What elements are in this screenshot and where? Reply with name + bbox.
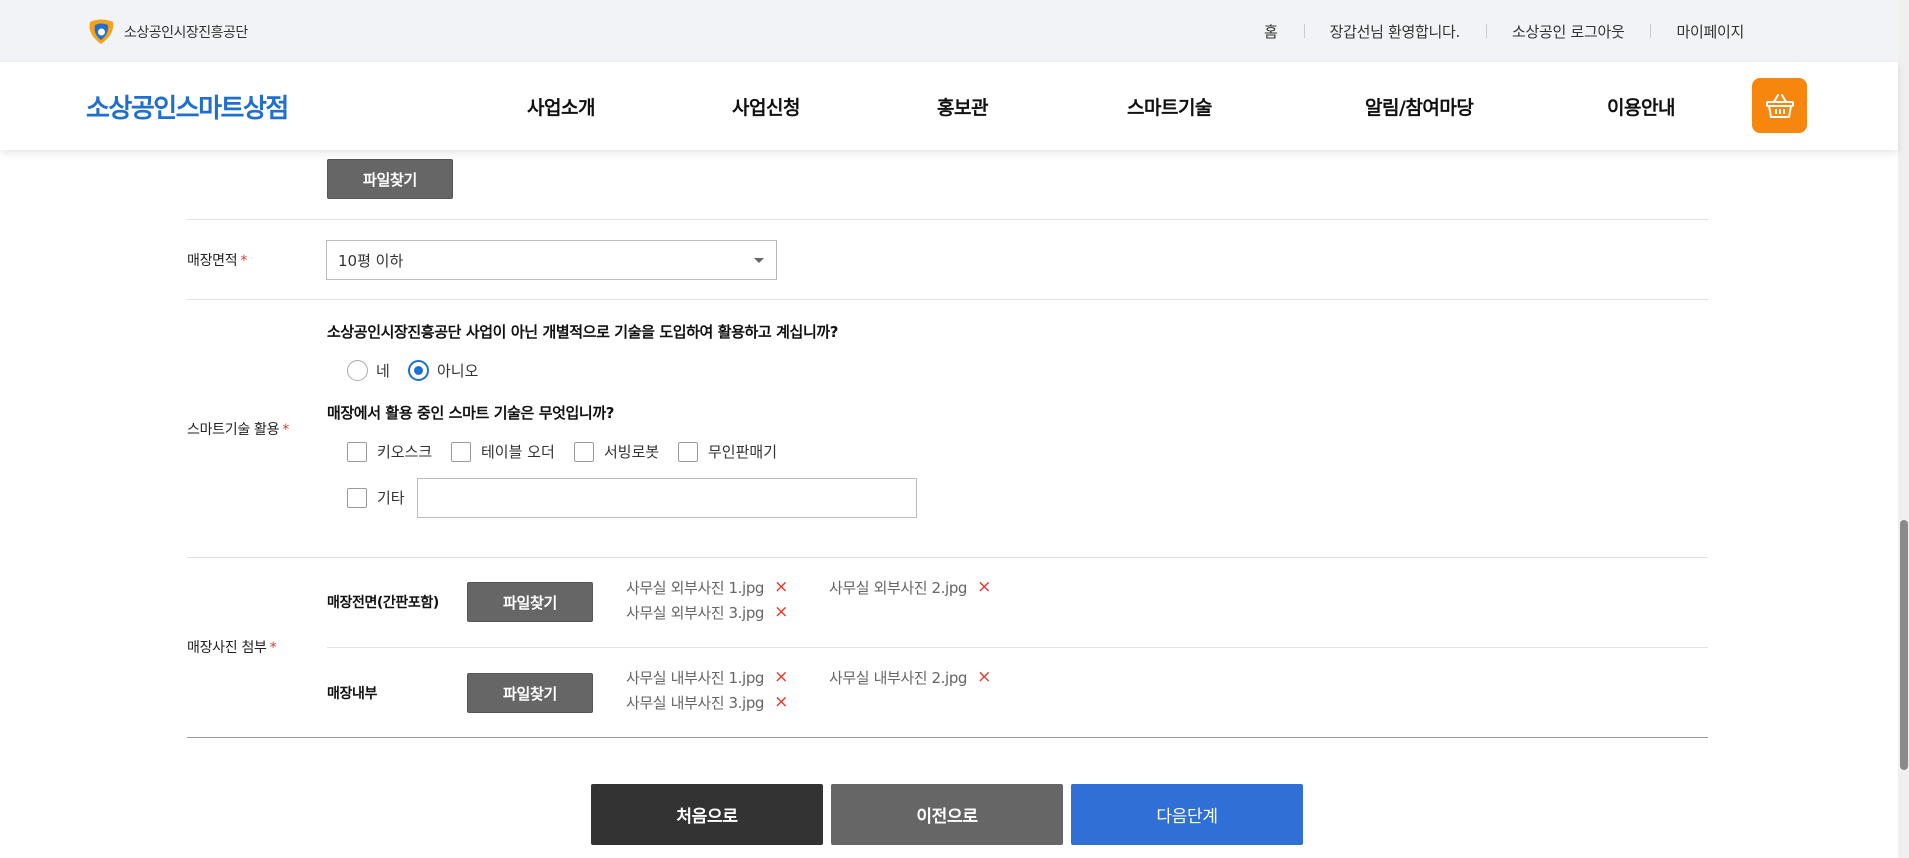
logout-link[interactable]: 소상공인 로그아웃 bbox=[1486, 21, 1650, 42]
nav-promotion[interactable]: 홍보관 bbox=[937, 93, 988, 120]
mypage-link[interactable]: 마이페이지 bbox=[1650, 21, 1770, 42]
file-name: 사무실 외부사진 2.jpg bbox=[829, 579, 968, 597]
store-inside-file-button[interactable]: 파일찾기 bbox=[467, 673, 593, 713]
nav-user-guide[interactable]: 이용안내 bbox=[1607, 93, 1675, 120]
store-inside-label: 매장내부 bbox=[327, 686, 377, 702]
checkbox-box[interactable] bbox=[574, 441, 594, 462]
smart-tech-question: 매장에서 활용 중인 스마트 기술은 무엇입니까? bbox=[327, 404, 615, 422]
divider bbox=[187, 219, 1708, 220]
main-nav: 사업소개 사업신청 홍보관 스마트기술 알림/참여마당 이용안내 bbox=[0, 62, 1700, 150]
file-name: 사무실 내부사진 1.jpg bbox=[626, 669, 765, 687]
checkbox-label: 서빙로봇 bbox=[604, 443, 660, 461]
remove-file-icon[interactable]: × bbox=[774, 694, 788, 711]
cart-button[interactable] bbox=[1752, 78, 1807, 133]
attached-file: 사무실 외부사진 3.jpg × bbox=[626, 602, 788, 623]
store-area-label-text: 매장면적 bbox=[187, 253, 238, 269]
nav-business-intro[interactable]: 사업소개 bbox=[527, 93, 595, 120]
sub-divider bbox=[327, 647, 1708, 648]
checkbox-box[interactable] bbox=[347, 487, 367, 508]
checkbox-label: 키오스크 bbox=[377, 443, 433, 461]
checkbox-box[interactable] bbox=[451, 441, 471, 462]
divider bbox=[187, 557, 1708, 558]
checkbox-label: 테이블 오더 bbox=[481, 443, 555, 461]
nav-notice-participation[interactable]: 알림/참여마당 bbox=[1365, 93, 1474, 120]
remove-file-icon[interactable]: × bbox=[774, 669, 788, 686]
required-mark: * bbox=[282, 422, 289, 438]
store-area-selected: 10평 이하 bbox=[338, 251, 404, 270]
checkbox-etc[interactable]: 기타 bbox=[347, 487, 405, 508]
checkbox-serving-robot[interactable]: 서빙로봇 bbox=[574, 441, 659, 462]
checkbox-vending[interactable]: 무인판매기 bbox=[678, 441, 777, 462]
radio-circle[interactable] bbox=[347, 360, 368, 381]
home-link[interactable]: 홈 bbox=[1238, 21, 1304, 42]
store-front-label: 매장전면(간판포함) bbox=[327, 595, 439, 611]
individual-tech-question: 소상공인시장진흥공단 사업이 아닌 개별적으로 기술을 도입하여 활용하고 계십… bbox=[327, 323, 839, 341]
remove-file-icon[interactable]: × bbox=[774, 604, 788, 621]
attached-file: 사무실 외부사진 1.jpg × bbox=[626, 577, 788, 598]
go-first-button[interactable]: 처음으로 bbox=[591, 784, 823, 845]
file-name: 사무실 내부사진 2.jpg bbox=[829, 669, 968, 687]
checkbox-label: 무인판매기 bbox=[708, 443, 778, 461]
scrollbar-thumb[interactable] bbox=[1900, 520, 1908, 770]
attached-file: 사무실 내부사진 3.jpg × bbox=[626, 692, 788, 713]
etc-text-input[interactable] bbox=[417, 478, 917, 518]
radio-no-label: 아니오 bbox=[437, 362, 479, 380]
remove-file-icon[interactable]: × bbox=[774, 579, 788, 596]
attached-file: 사무실 내부사진 1.jpg × bbox=[626, 667, 788, 688]
nav-business-apply[interactable]: 사업신청 bbox=[732, 93, 800, 120]
required-mark: * bbox=[240, 253, 248, 269]
remove-file-icon[interactable]: × bbox=[977, 669, 991, 686]
basket-icon bbox=[1765, 93, 1794, 118]
go-previous-button[interactable]: 이전으로 bbox=[831, 784, 1063, 845]
attached-file: 사무실 외부사진 2.jpg × bbox=[829, 577, 991, 598]
nav-smart-tech[interactable]: 스마트기술 bbox=[1127, 93, 1212, 120]
store-front-file-button[interactable]: 파일찾기 bbox=[467, 582, 593, 622]
main-header: 소상공인스마트상점 사업소개 사업신청 홍보관 스마트기술 알림/참여마당 이용… bbox=[0, 62, 1898, 150]
remove-file-icon[interactable]: × bbox=[977, 579, 991, 596]
checkbox-box[interactable] bbox=[347, 441, 367, 462]
org-emblem-icon bbox=[87, 19, 116, 45]
org-name: 소상공인시장진흥공단 bbox=[124, 25, 248, 41]
store-area-label: 매장면적 * bbox=[187, 250, 247, 270]
file-find-button[interactable]: 파일찾기 bbox=[327, 159, 453, 199]
file-name: 사무실 내부사진 3.jpg bbox=[626, 694, 765, 712]
file-name: 사무실 외부사진 1.jpg bbox=[626, 579, 765, 597]
caret-down-icon bbox=[754, 258, 764, 263]
radio-yes-label: 네 bbox=[376, 362, 390, 380]
utility-bar: 소상공인시장진흥공단 홈 장갑선님 환영합니다. 소상공인 로그아웃 마이페이지 bbox=[0, 0, 1898, 62]
utility-nav: 홈 장갑선님 환영합니다. 소상공인 로그아웃 마이페이지 bbox=[1238, 0, 1770, 62]
radio-no[interactable]: 아니오 bbox=[408, 360, 478, 381]
smart-tech-label-text: 스마트기술 활용 bbox=[187, 422, 280, 438]
next-step-button[interactable]: 다음단계 bbox=[1071, 784, 1303, 845]
radio-yes[interactable]: 네 bbox=[347, 360, 390, 381]
smart-tech-label: 스마트기술 활용 * bbox=[187, 419, 289, 439]
org-logo[interactable]: 소상공인시장진흥공단 bbox=[87, 19, 248, 45]
store-photos-label-text: 매장사진 첨부 bbox=[187, 640, 267, 656]
attached-file: 사무실 내부사진 2.jpg × bbox=[829, 667, 991, 688]
divider bbox=[187, 299, 1708, 300]
checkbox-kiosk[interactable]: 키오스크 bbox=[347, 441, 432, 462]
store-photos-label: 매장사진 첨부 * bbox=[187, 637, 277, 657]
checkbox-box[interactable] bbox=[678, 441, 698, 462]
welcome-text: 장갑선님 환영합니다. bbox=[1303, 21, 1486, 42]
form-bottom-border bbox=[187, 737, 1708, 738]
required-mark: * bbox=[269, 640, 277, 656]
checkbox-table-order[interactable]: 테이블 오더 bbox=[451, 441, 555, 462]
file-name: 사무실 외부사진 3.jpg bbox=[626, 604, 765, 622]
radio-circle-selected[interactable] bbox=[408, 360, 429, 381]
checkbox-label: 기타 bbox=[377, 489, 405, 507]
store-area-select[interactable]: 10평 이하 bbox=[326, 240, 777, 280]
